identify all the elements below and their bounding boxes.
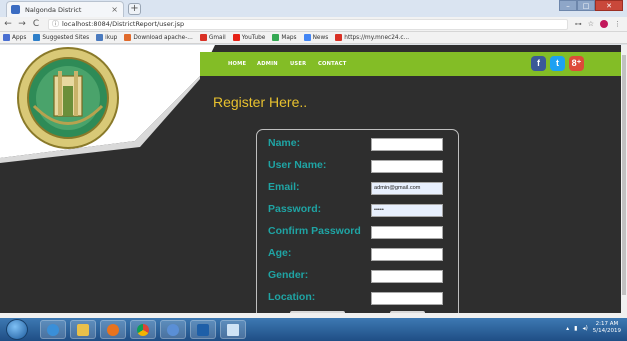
media-player-taskbar-icon[interactable] xyxy=(100,320,126,339)
confirm-password-input[interactable] xyxy=(371,226,443,239)
back-icon[interactable]: ← xyxy=(2,19,14,29)
notepad-taskbar-icon[interactable] xyxy=(220,320,246,339)
reload-icon[interactable]: C xyxy=(30,19,42,29)
tab-strip: Nalgonda District × + – □ ✕ xyxy=(0,0,627,17)
bookmark-item[interactable]: Suggested Sites xyxy=(33,34,89,41)
netbeans-taskbar-icon[interactable] xyxy=(160,320,186,339)
twitter-icon[interactable]: t xyxy=(550,56,565,71)
bookmark-item[interactable]: ikup xyxy=(96,34,117,41)
bookmark-icon xyxy=(96,34,104,41)
bookmark-label: YouTube xyxy=(241,34,266,41)
nav-link-home[interactable]: HOME xyxy=(228,61,246,67)
confirm-password-label: Confirm Password xyxy=(268,225,361,237)
nav-link-contact[interactable]: CONTACT xyxy=(318,61,346,67)
window-controls: – □ ✕ xyxy=(559,0,623,11)
gender-input[interactable] xyxy=(371,270,443,283)
new-tab-button[interactable]: + xyxy=(128,3,141,15)
bookmark-item[interactable]: Download apache-... xyxy=(124,34,193,41)
explorer-taskbar-icon[interactable] xyxy=(70,320,96,339)
bookmark-icon xyxy=(3,34,10,41)
location-input[interactable] xyxy=(371,292,443,305)
page-favicon-icon xyxy=(11,5,20,14)
registration-form xyxy=(256,129,459,313)
facebook-icon[interactable]: f xyxy=(531,56,546,71)
bookmark-label: Apps xyxy=(12,34,27,41)
google-plus-icon[interactable]: 8⁺ xyxy=(569,56,584,71)
menu-icon[interactable]: ⋮ xyxy=(614,20,621,28)
bookmark-icon xyxy=(303,34,311,41)
address-bar: ← → C ⓘ localhost:8084/DistrictReport/us… xyxy=(0,17,627,32)
age-input[interactable] xyxy=(371,248,443,261)
system-tray: ▴ ▮ ◂) 2:17 AM 5/14/2019 xyxy=(566,321,621,335)
password-input[interactable]: ••••• xyxy=(371,204,443,217)
bookmarks-bar: Apps Suggested Sites ikup Download apache-.… xyxy=(0,32,627,44)
bookmark-label: Download apache-... xyxy=(133,34,193,41)
start-button[interactable] xyxy=(6,319,28,340)
show-hidden-icons-icon[interactable]: ▴ xyxy=(566,325,569,332)
bookmark-item[interactable]: News xyxy=(303,34,329,41)
location-label: Location: xyxy=(268,291,316,303)
name-label: Name: xyxy=(268,137,301,149)
windows-taskbar: ▴ ▮ ◂) 2:17 AM 5/14/2019 xyxy=(0,318,627,341)
tab-close-icon[interactable]: × xyxy=(111,5,118,14)
telangana-emblem-logo xyxy=(17,47,119,149)
email-input[interactable]: admin@gmail.com xyxy=(371,182,443,195)
nav-link-user[interactable]: USER xyxy=(290,61,306,67)
url-text: localhost:8084/DistrictReport/user.jsp xyxy=(62,20,185,28)
network-icon[interactable]: ▮ xyxy=(574,325,577,332)
email-label: Email: xyxy=(268,181,300,193)
virtualbox-taskbar-icon[interactable] xyxy=(190,320,216,339)
forward-icon[interactable]: → xyxy=(16,19,28,29)
bookmark-icon xyxy=(272,34,280,41)
age-label: Age: xyxy=(268,247,292,259)
bookmark-label: Maps xyxy=(281,34,297,41)
page-viewport: HOME ADMIN USER CONTACT f t 8⁺ Register Here.… xyxy=(0,45,621,313)
volume-icon[interactable]: ◂) xyxy=(582,325,587,332)
vertical-scrollbar[interactable] xyxy=(621,45,627,313)
bookmark-item[interactable]: Apps xyxy=(3,34,26,41)
bookmark-label: Gmail xyxy=(208,34,226,41)
profile-avatar[interactable] xyxy=(600,20,608,28)
gender-label: Gender: xyxy=(268,269,309,281)
bookmark-icon xyxy=(33,34,41,41)
bookmark-icon xyxy=(199,34,207,41)
nav-link-admin[interactable]: ADMIN xyxy=(257,61,278,67)
info-icon[interactable]: ⓘ xyxy=(52,19,59,29)
toolbar-actions: ⊶ ☆ ⋮ xyxy=(575,20,621,28)
bookmark-item[interactable]: Maps xyxy=(272,34,297,41)
clock-date: 5/14/2019 xyxy=(592,328,621,334)
bookmark-item[interactable]: YouTube xyxy=(232,34,266,41)
clock[interactable]: 2:17 AM 5/14/2019 xyxy=(593,321,621,335)
key-icon[interactable]: ⊶ xyxy=(575,20,582,28)
url-input[interactable]: ⓘ localhost:8084/DistrictReport/user.jsp xyxy=(48,18,568,30)
page-title: Register Here.. xyxy=(213,94,308,110)
browser-tab[interactable]: Nalgonda District × xyxy=(6,1,124,17)
tab-title: Nalgonda District xyxy=(25,5,82,14)
password-label: Password: xyxy=(268,203,322,215)
bookmark-item[interactable]: Gmail xyxy=(199,34,226,41)
ie-taskbar-icon[interactable] xyxy=(40,320,66,339)
bookmark-label: https://my.mnec24.c... xyxy=(344,34,410,41)
maximize-button[interactable]: □ xyxy=(577,0,595,11)
clock-time: 2:17 AM xyxy=(595,321,619,327)
close-window-button[interactable]: ✕ xyxy=(595,0,623,11)
bookmark-item[interactable]: https://my.mnec24.c... xyxy=(335,34,409,41)
chrome-taskbar-icon[interactable] xyxy=(130,320,156,339)
star-icon[interactable]: ☆ xyxy=(588,20,594,28)
user-name-input[interactable] xyxy=(371,160,443,173)
bookmark-icon xyxy=(232,34,240,41)
bookmark-icon xyxy=(124,34,132,41)
name-input[interactable] xyxy=(371,138,443,151)
minimize-button[interactable]: – xyxy=(559,0,577,11)
user-name-label: User Name: xyxy=(268,159,327,171)
bookmark-label: Suggested Sites xyxy=(42,34,90,41)
scrollbar-thumb[interactable] xyxy=(622,55,626,295)
bookmark-label: News xyxy=(312,34,329,41)
bookmark-label: ikup xyxy=(105,34,118,41)
bookmark-icon xyxy=(335,34,343,41)
